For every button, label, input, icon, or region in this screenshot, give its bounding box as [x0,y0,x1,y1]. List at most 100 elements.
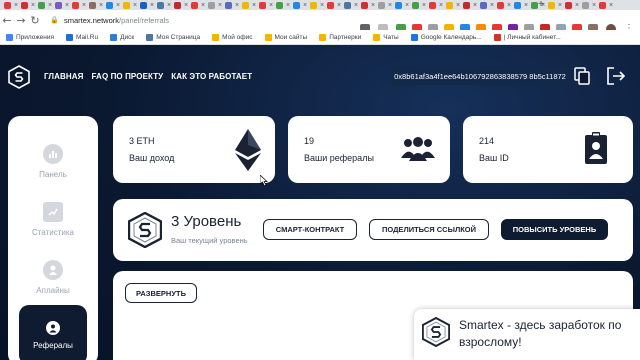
sidebar-item-referrals[interactable]: Рефералы [19,305,87,360]
back-icon[interactable]: ← [0,14,14,27]
tab-close-icon[interactable]: × [574,2,580,9]
copy-icon[interactable] [574,67,590,85]
sidebar-item-statistics[interactable]: Статистика [8,202,98,237]
tab-favicon-icon[interactable] [38,1,45,9]
nav-how-it-works[interactable]: КАК ЭТО РАБОТАЕТ [171,72,252,81]
tab-close-icon[interactable]: × [285,2,291,9]
bookmark-item[interactable]: Чаты [373,33,399,41]
tab-favicon-icon[interactable] [276,1,283,9]
tab-close-icon[interactable]: × [608,2,614,9]
bookmark-item[interactable]: Диск [110,33,134,41]
tab-favicon-icon[interactable] [344,1,351,9]
tab-favicon-icon[interactable] [429,1,436,9]
tab-close-icon[interactable]: × [149,2,155,9]
tab-close-icon[interactable]: × [319,2,325,9]
tab-favicon-icon[interactable] [157,1,164,9]
share-link-button[interactable]: ПОДЕЛИТЬСЯ ССЫЛКОЙ [369,219,489,240]
sidebar-item-uplines[interactable]: Аплайны [8,260,98,295]
tab-close-icon[interactable]: × [234,2,240,9]
smartex-logo-icon[interactable] [8,65,30,89]
tab-close-icon[interactable]: × [387,2,393,9]
bookmark-item[interactable]: Партнерки [319,33,361,41]
sidebar-item-panel[interactable]: Панель [8,144,98,179]
tab-close-icon[interactable]: × [98,2,104,9]
tab-favicon-icon[interactable] [4,1,11,9]
tab-favicon-icon[interactable] [89,1,96,9]
tab-close-icon[interactable]: × [64,2,70,9]
tab-close-icon[interactable]: × [268,2,274,9]
tab-close-icon[interactable]: × [455,2,461,9]
tab-close-icon[interactable]: × [81,2,87,9]
expand-button[interactable]: РАЗВЕРНУТЬ [125,283,197,303]
tab-favicon-icon[interactable] [480,1,487,9]
bookmark-item[interactable]: Мой офис [212,33,253,41]
tab-close-icon[interactable]: × [472,2,478,9]
reload-icon[interactable]: ↻ [28,14,42,27]
tab-favicon-icon[interactable] [378,1,385,9]
tab-favicon-icon[interactable] [463,1,470,9]
tab-favicon-icon[interactable] [548,1,555,9]
tab-favicon-icon[interactable] [208,1,215,9]
tab-close-icon[interactable]: × [183,2,189,9]
tab-favicon-icon[interactable] [582,1,589,9]
tab-favicon-icon[interactable] [310,1,317,9]
tab-favicon-icon[interactable] [191,1,198,9]
address-bar[interactable]: 🔒 smartex.network/panel/referrals [50,13,346,27]
tab-close-icon[interactable]: × [47,2,53,9]
tab-close-icon[interactable]: × [132,2,138,9]
tab-close-icon[interactable]: × [302,2,308,9]
tab-favicon-icon[interactable] [565,1,572,9]
tab-close-icon[interactable]: × [30,2,36,9]
tab-close-icon[interactable]: × [251,2,257,9]
tab-close-icon[interactable]: × [404,2,410,9]
tab-close-icon[interactable]: × [336,2,342,9]
tab-favicon-icon[interactable] [242,1,249,9]
tab-close-icon[interactable]: × [353,2,359,9]
bookmark-item[interactable]: Мои сайты [264,33,307,41]
tab-close-icon[interactable]: × [506,2,512,9]
new-tab-button[interactable]: + [538,0,544,10]
forward-icon[interactable]: → [14,14,28,27]
logout-icon[interactable] [606,67,626,85]
bookmark-item[interactable]: Моя Страница [146,33,200,41]
tab-close-icon[interactable]: × [370,2,376,9]
tab-close-icon[interactable]: × [489,2,495,9]
tab-close-icon[interactable]: × [523,2,529,9]
tab-close-icon[interactable]: × [13,2,19,9]
tab-favicon-icon[interactable] [327,1,334,9]
bookmark-item[interactable]: Mail.Ru [66,33,98,41]
nav-home[interactable]: ГЛАВНАЯ [44,72,84,81]
tab-favicon-icon[interactable] [412,1,419,9]
tab-close-icon[interactable]: × [557,2,563,9]
tab-close-icon[interactable]: × [200,2,206,9]
smart-contract-button[interactable]: СМАРТ-КОНТРАКТ [263,219,357,240]
tab-favicon-icon[interactable] [106,1,113,9]
tab-favicon-icon[interactable] [531,1,538,9]
upgrade-level-button[interactable]: ПОВЫСИТЬ УРОВЕНЬ [501,219,608,240]
tab-favicon-icon[interactable] [395,1,402,9]
tab-close-icon[interactable]: × [115,2,121,9]
tab-favicon-icon[interactable] [293,1,300,9]
tab-close-icon[interactable]: × [166,2,172,9]
tab-favicon-icon[interactable] [514,1,521,9]
tab-favicon-icon[interactable] [72,1,79,9]
tab-favicon-icon[interactable] [497,1,504,9]
chat-popup[interactable]: Smartex - здесь заработок по взрослому! [414,309,640,360]
tab-favicon-icon[interactable] [140,1,147,9]
nav-faq[interactable]: FAQ ПО ПРОЕКТУ [92,72,164,81]
tab-close-icon[interactable]: × [421,2,427,9]
tab-close-icon[interactable]: × [217,2,223,9]
tab-favicon-icon[interactable] [599,1,606,9]
tab-favicon-icon[interactable] [174,1,181,9]
tab-favicon-icon[interactable] [446,1,453,9]
tab-favicon-icon[interactable] [55,1,62,9]
bookmark-item[interactable]: Google Календарь... [410,33,482,41]
tab-favicon-icon[interactable] [361,1,368,9]
tab-favicon-icon[interactable] [225,1,232,9]
tab-close-icon[interactable]: × [438,2,444,9]
tab-favicon-icon[interactable] [21,1,28,9]
tab-favicon-icon[interactable] [123,1,130,9]
tab-favicon-icon[interactable] [259,1,266,9]
bookmark-item[interactable]: Приложения [6,33,54,41]
tab-close-icon[interactable]: × [591,2,597,9]
